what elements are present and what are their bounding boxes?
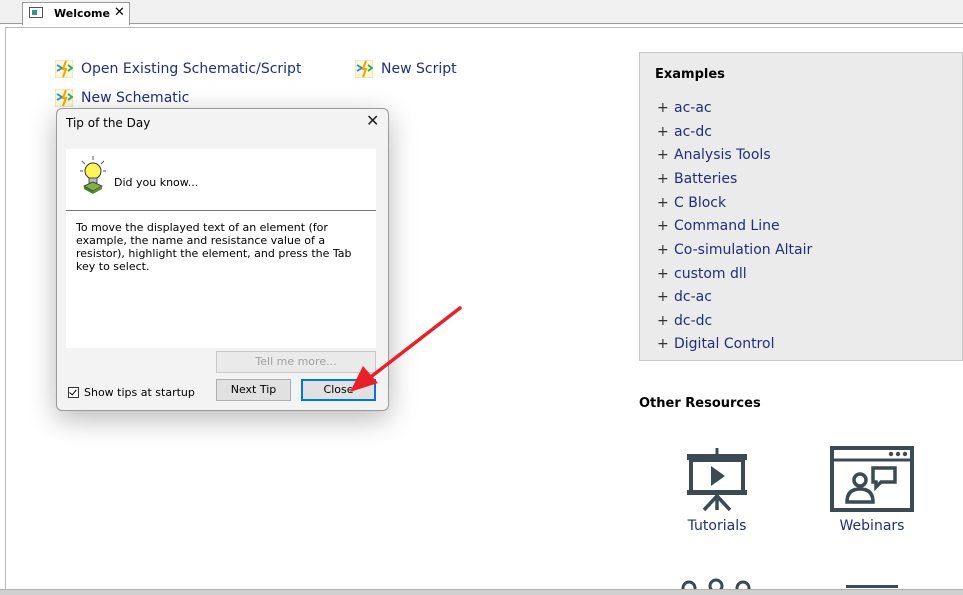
tab-welcome[interactable]: Welcome ✕ [22,2,130,25]
horizontal-scrollbar[interactable] [0,589,963,595]
did-you-know-heading: Did you know... [114,176,199,189]
example-item-c-block[interactable]: + C Block [657,195,726,211]
new-schematic-icon [55,89,73,107]
example-item-dc-ac[interactable]: + dc-ac [657,289,712,305]
example-item-ac-dc[interactable]: + ac-dc [657,124,712,140]
example-item-command-line[interactable]: + Command Line [657,218,780,234]
partial-resource-icon [681,578,751,589]
close-button[interactable]: Close [301,379,376,401]
example-label: ac-ac [674,100,712,116]
dialog-close-icon[interactable]: ✕ [366,111,379,130]
webinars-label: Webinars [839,518,905,534]
show-tips-checkbox-row[interactable]: Show tips at startup [68,386,195,399]
tab-close-icon[interactable]: ✕ [114,5,125,20]
example-label: Analysis Tools [674,147,771,163]
expand-icon: + [657,336,669,352]
expand-icon: + [657,124,669,140]
new-schematic-label: New Schematic [81,90,190,106]
tab-welcome-label: Welcome [54,7,110,20]
expand-icon: + [657,289,669,305]
tip-content-area: Did you know... To move the displayed te… [66,149,376,348]
partial-resource-icon [846,585,898,588]
new-script-label: New Script [381,61,457,77]
example-label: custom dll [674,266,747,282]
example-item-digital-control[interactable]: + Digital Control [657,336,774,352]
example-item-batteries[interactable]: + Batteries [657,171,737,187]
new-script-icon [355,60,373,78]
show-tips-label: Show tips at startup [84,386,195,399]
webinar-icon [830,446,914,512]
example-label: Batteries [674,171,738,187]
divider [66,210,376,211]
expand-icon: + [657,100,669,116]
tab-strip: Welcome ✕ [0,0,963,25]
examples-title: Examples [655,67,725,82]
example-item-co-simulation-altair[interactable]: + Co-simulation Altair [657,242,812,258]
webinars-tile[interactable]: Webinars [828,446,916,534]
open-existing-link[interactable]: Open Existing Schematic/Script [55,60,301,78]
next-tip-button[interactable]: Next Tip [216,379,291,401]
example-label: ac-dc [674,124,712,140]
example-label: Co-simulation Altair [674,242,813,258]
example-label: C Block [674,195,727,211]
new-script-link[interactable]: New Script [355,60,457,78]
tip-text: To move the displayed text of an element… [76,221,352,273]
example-label: Digital Control [674,336,775,352]
open-schematic-icon [55,60,73,78]
document-icon [29,7,43,18]
expand-icon: + [657,266,669,282]
example-item-ac-ac[interactable]: + ac-ac [657,100,712,116]
example-label: dc-ac [674,289,712,305]
lightbulb-icon [80,156,106,194]
presentation-icon [687,448,747,512]
example-item-dc-dc[interactable]: + dc-dc [657,313,712,329]
dialog-title: Tip of the Day [66,116,151,130]
example-item-analysis-tools[interactable]: + Analysis Tools [657,147,771,163]
expand-icon: + [657,313,669,329]
tell-me-more-button[interactable]: Tell me more... [216,351,376,373]
tutorials-tile[interactable]: Tutorials [676,446,758,534]
example-label: Command Line [674,218,780,234]
tutorials-label: Tutorials [687,518,747,534]
expand-icon: + [657,147,669,163]
expand-icon: + [657,195,669,211]
examples-panel: Examples + ac-ac + ac-dc + Analysis Tools +… [639,52,963,361]
expand-icon: + [657,242,669,258]
new-schematic-link[interactable]: New Schematic [55,89,189,107]
expand-icon: + [657,171,669,187]
open-existing-label: Open Existing Schematic/Script [81,61,302,77]
example-item-custom-dll[interactable]: + custom dll [657,266,747,282]
expand-icon: + [657,218,669,234]
tip-of-the-day-dialog: Tip of the Day ✕ Did you know... To move… [56,108,389,411]
example-label: dc-dc [674,313,713,329]
show-tips-checkbox[interactable] [68,387,79,398]
other-resources-title: Other Resources [639,396,761,411]
